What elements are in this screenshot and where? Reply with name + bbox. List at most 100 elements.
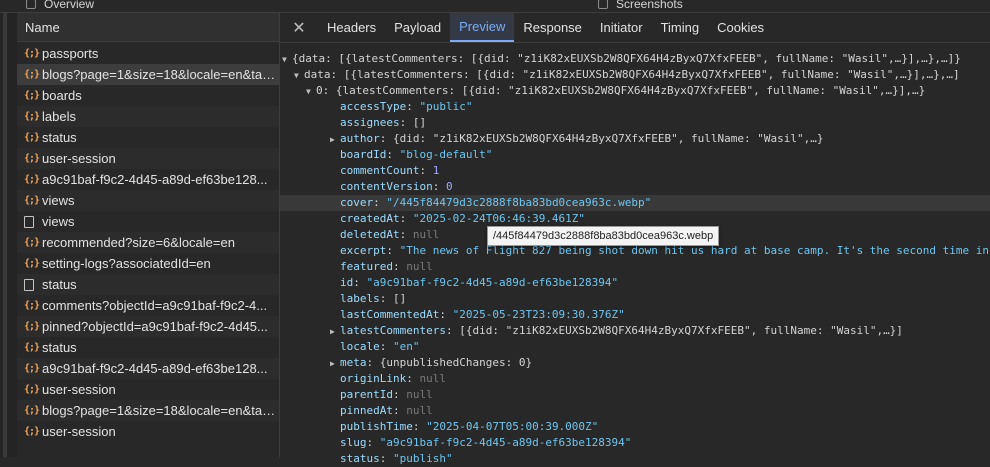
- request-row[interactable]: {;} passports: [17, 43, 279, 64]
- preview-json-tree: ▼ {data: [{latestCommenters: [{did: "z1iK…: [280, 51, 990, 467]
- json-line[interactable]: labels: []: [280, 291, 990, 307]
- json-line[interactable]: createdAt: "2025-02-24T06:46:39.461Z": [280, 211, 990, 227]
- screenshots-label: Screenshots: [616, 0, 683, 11]
- json-key: data: [304, 68, 331, 81]
- expand-right-icon[interactable]: ▶: [330, 324, 340, 340]
- request-name: user-session: [42, 382, 116, 397]
- xhr-icon: {;}: [24, 48, 40, 59]
- request-row[interactable]: {;} blogs?page=1&size=18&locale=en&tag...: [17, 400, 279, 421]
- request-row[interactable]: {;} views: [17, 190, 279, 211]
- json-value: null: [419, 372, 446, 385]
- expand-down-icon[interactable]: ▼: [282, 52, 292, 68]
- json-line[interactable]: originLink: null: [280, 371, 990, 387]
- json-value: null: [406, 404, 433, 417]
- expand-right-icon[interactable]: ▶: [330, 356, 340, 372]
- request-name: status: [42, 340, 77, 355]
- expand-down-icon[interactable]: ▼: [294, 68, 304, 84]
- json-line[interactable]: assignees: []: [280, 115, 990, 131]
- json-value: []: [393, 292, 407, 305]
- request-row[interactable]: {;} recommended?size=6&locale=en: [17, 232, 279, 253]
- json-value: [{latestCommenters: [{did: "z1iK82xEUXSb…: [343, 68, 960, 81]
- request-row[interactable]: {;} comments?objectId=a9c91baf-f9c2-4...: [17, 295, 279, 316]
- json-line[interactable]: status: "publish": [280, 451, 990, 467]
- request-row[interactable]: {;} labels: [17, 106, 279, 127]
- xhr-icon: {;}: [24, 405, 40, 416]
- json-line[interactable]: ▶ author: {did: "z1iK82xEUXSb2W8QFX64H4zB…: [280, 131, 990, 147]
- request-name: user-session: [42, 151, 116, 166]
- json-line[interactable]: lastCommentedAt: "2025-05-23T23:09:30.37…: [280, 307, 990, 323]
- json-key: featured: [340, 260, 393, 273]
- tab-preview[interactable]: Preview: [450, 13, 515, 42]
- json-line[interactable]: slug: "a9c91baf-f9c2-4d45-a89d-ef63be128…: [280, 435, 990, 451]
- json-value: "a9c91baf-f9c2-4d45-a89d-ef63be128394": [366, 276, 619, 289]
- json-line[interactable]: featured: null: [280, 259, 990, 275]
- json-line[interactable]: accessType: "public": [280, 99, 990, 115]
- request-list-panel: Name {;} passports {;} blogs?page=1&size=18…: [0, 13, 279, 457]
- document-icon: [24, 278, 34, 291]
- request-name: blogs?page=1&size=18&locale=en&tag...: [42, 67, 279, 82]
- document-icon: [24, 215, 34, 228]
- overview-option[interactable]: Overview: [26, 0, 94, 11]
- json-line[interactable]: ▼ data: [{latestCommenters: [{did: "z1iK8…: [280, 67, 990, 83]
- json-line[interactable]: ▶ latestCommenters: [{did: "z1iK82xEUXSb2…: [280, 323, 990, 339]
- xhr-icon: {;}: [24, 90, 40, 101]
- tab-cookies[interactable]: Cookies: [708, 13, 773, 42]
- json-line[interactable]: pinnedAt: null: [280, 403, 990, 419]
- json-line[interactable]: ▼ 0: {latestCommenters: [{did: "z1iK82xEU…: [280, 83, 990, 99]
- request-row[interactable]: {;} boards: [17, 85, 279, 106]
- request-row[interactable]: {;} a9c91baf-f9c2-4d45-a89d-ef63be128...: [17, 358, 279, 379]
- json-line[interactable]: boardId: "blog-default": [280, 147, 990, 163]
- request-row[interactable]: {;} status: [17, 337, 279, 358]
- json-key: cover: [340, 196, 374, 209]
- request-name: a9c91baf-f9c2-4d45-a89d-ef63be128...: [42, 361, 268, 376]
- json-line[interactable]: ▶ meta: {unpublishedChanges: 0}: [280, 355, 990, 371]
- json-line[interactable]: contentVersion: 0: [280, 179, 990, 195]
- request-row[interactable]: views: [17, 211, 279, 232]
- request-row[interactable]: {;} user-session: [17, 421, 279, 442]
- request-name: setting-logs?associatedId=en: [42, 256, 211, 271]
- tab-response[interactable]: Response: [514, 13, 591, 42]
- json-line[interactable]: ▼ {data: [{latestCommenters: [{did: "z1iK…: [280, 51, 990, 67]
- xhr-icon: {;}: [24, 174, 40, 185]
- json-line[interactable]: cover: "/445f84479d3c2888f8ba83bd0cea963…: [280, 195, 990, 211]
- request-row[interactable]: {;} blogs?page=1&size=18&locale=en&tag...: [17, 64, 279, 85]
- request-row[interactable]: {;} user-session: [17, 148, 279, 169]
- json-value: "publish": [393, 452, 453, 465]
- xhr-icon: {;}: [24, 321, 40, 332]
- json-value: []: [412, 116, 427, 129]
- expand-down-icon[interactable]: ▼: [306, 84, 316, 100]
- close-icon[interactable]: ✕: [280, 13, 318, 42]
- request-rows: {;} passports {;} blogs?page=1&size=18&loca…: [17, 43, 279, 442]
- tab-headers[interactable]: Headers: [318, 13, 385, 42]
- tab-payload[interactable]: Payload: [385, 13, 450, 42]
- json-key: slug: [340, 436, 367, 449]
- overview-checkbox[interactable]: [26, 0, 36, 9]
- json-value: 0: [445, 180, 453, 193]
- json-line[interactable]: publishTime: "2025-04-07T05:00:39.000Z": [280, 419, 990, 435]
- screenshots-checkbox[interactable]: [598, 0, 608, 9]
- json-line[interactable]: commentCount: 1: [280, 163, 990, 179]
- request-row[interactable]: {;} setting-logs?associatedId=en: [17, 253, 279, 274]
- expand-right-icon[interactable]: ▶: [330, 132, 340, 148]
- request-row[interactable]: {;} status: [17, 127, 279, 148]
- json-key: meta: [340, 356, 367, 369]
- json-line[interactable]: id: "a9c91baf-f9c2-4d45-a89d-ef63be12839…: [280, 275, 990, 291]
- screenshots-option[interactable]: Screenshots: [598, 0, 683, 11]
- json-key: 0: [316, 84, 323, 97]
- request-row[interactable]: {;} user-session: [17, 379, 279, 400]
- name-column-header[interactable]: Name: [17, 13, 279, 42]
- request-name: status: [42, 130, 77, 145]
- json-key: status: [340, 452, 380, 465]
- tab-initiator[interactable]: Initiator: [591, 13, 652, 42]
- json-key: boardId: [340, 148, 387, 161]
- request-row[interactable]: {;} pinned?objectId=a9c91baf-f9c2-4d45...: [17, 316, 279, 337]
- json-key: latestCommenters: [340, 324, 446, 337]
- tab-timing[interactable]: Timing: [652, 13, 709, 42]
- json-line[interactable]: parentId: null: [280, 387, 990, 403]
- json-value: "en": [393, 340, 420, 353]
- request-row[interactable]: {;} a9c91baf-f9c2-4d45-a89d-ef63be128...: [17, 169, 279, 190]
- request-row[interactable]: status: [17, 274, 279, 295]
- json-line[interactable]: locale: "en": [280, 339, 990, 355]
- detail-tabs: ✕ Headers Payload Preview Response Initiator…: [280, 13, 990, 43]
- xhr-icon: {;}: [24, 300, 40, 311]
